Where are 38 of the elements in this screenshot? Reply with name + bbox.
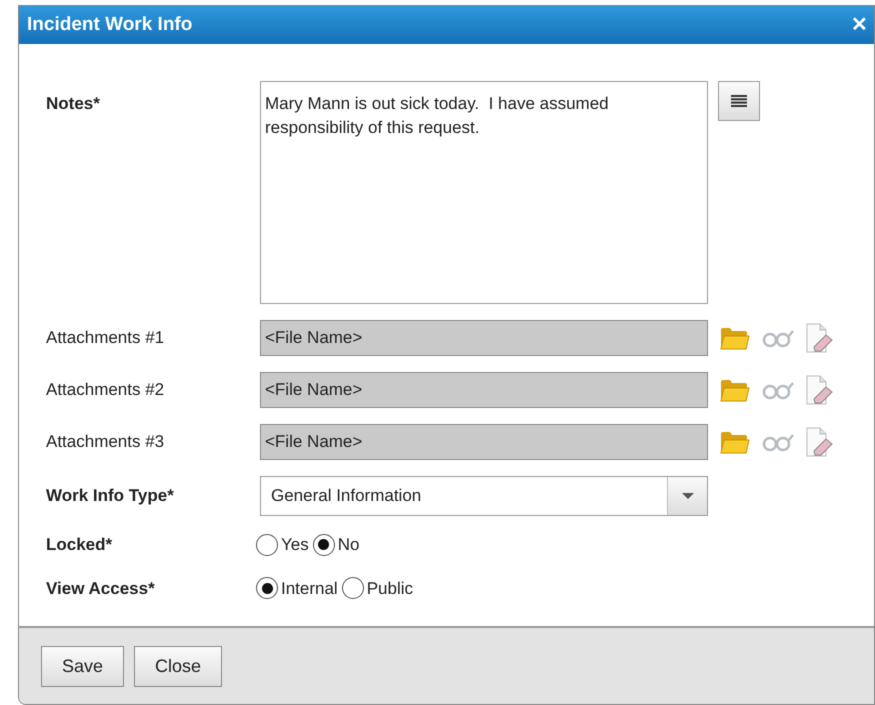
folder-icon[interactable] xyxy=(720,326,750,350)
radio-button[interactable] xyxy=(256,577,278,600)
field-label: View Access* xyxy=(46,578,156,600)
dropdown-value: General Information xyxy=(271,485,422,508)
field-label: Locked* xyxy=(46,534,114,556)
footer-button[interactable]: Save xyxy=(41,646,124,686)
field-label: Attachments #2 xyxy=(46,379,166,402)
field-label: Notes* xyxy=(46,93,101,115)
file-name-field: <File Name> xyxy=(260,424,708,460)
radio-label[interactable]: Yes xyxy=(281,532,309,558)
field-label: Work Info Type* xyxy=(46,485,175,508)
radio-button[interactable] xyxy=(312,534,335,556)
glasses-icon[interactable] xyxy=(762,380,794,400)
caret-icon xyxy=(682,493,694,499)
lines-icon xyxy=(731,95,747,107)
folder-icon[interactable] xyxy=(720,378,750,402)
text-editor-button[interactable] xyxy=(718,81,760,121)
erase-document-icon[interactable] xyxy=(806,427,834,457)
glasses-icon[interactable] xyxy=(762,328,794,348)
file-name-field: <File Name> xyxy=(260,372,708,408)
radio-label[interactable]: No xyxy=(338,532,360,558)
erase-document-icon[interactable] xyxy=(806,323,834,353)
radio-label[interactable]: Internal xyxy=(281,576,338,601)
window-title: Incident Work Info xyxy=(27,12,192,37)
glasses-icon[interactable] xyxy=(762,432,794,452)
dropdown-arrow-button[interactable] xyxy=(667,477,707,515)
work-info-type-dropdown[interactable]: General Information xyxy=(260,476,708,516)
file-name-field: <File Name> xyxy=(260,320,708,356)
radio-button[interactable] xyxy=(256,534,278,556)
radio-label[interactable]: Public xyxy=(366,576,414,601)
notes-field[interactable]: Mary Mann is out sick today. I have assumed responsibility of this request. xyxy=(260,81,708,304)
folder-icon[interactable] xyxy=(720,430,750,454)
field-label: Attachments #3 xyxy=(46,431,166,454)
footer-button[interactable]: Close xyxy=(134,646,222,686)
close-button[interactable]: ✕ xyxy=(851,15,868,35)
erase-document-icon[interactable] xyxy=(806,375,834,405)
field-label: Attachments #1 xyxy=(46,327,166,350)
radio-button[interactable] xyxy=(342,577,364,600)
